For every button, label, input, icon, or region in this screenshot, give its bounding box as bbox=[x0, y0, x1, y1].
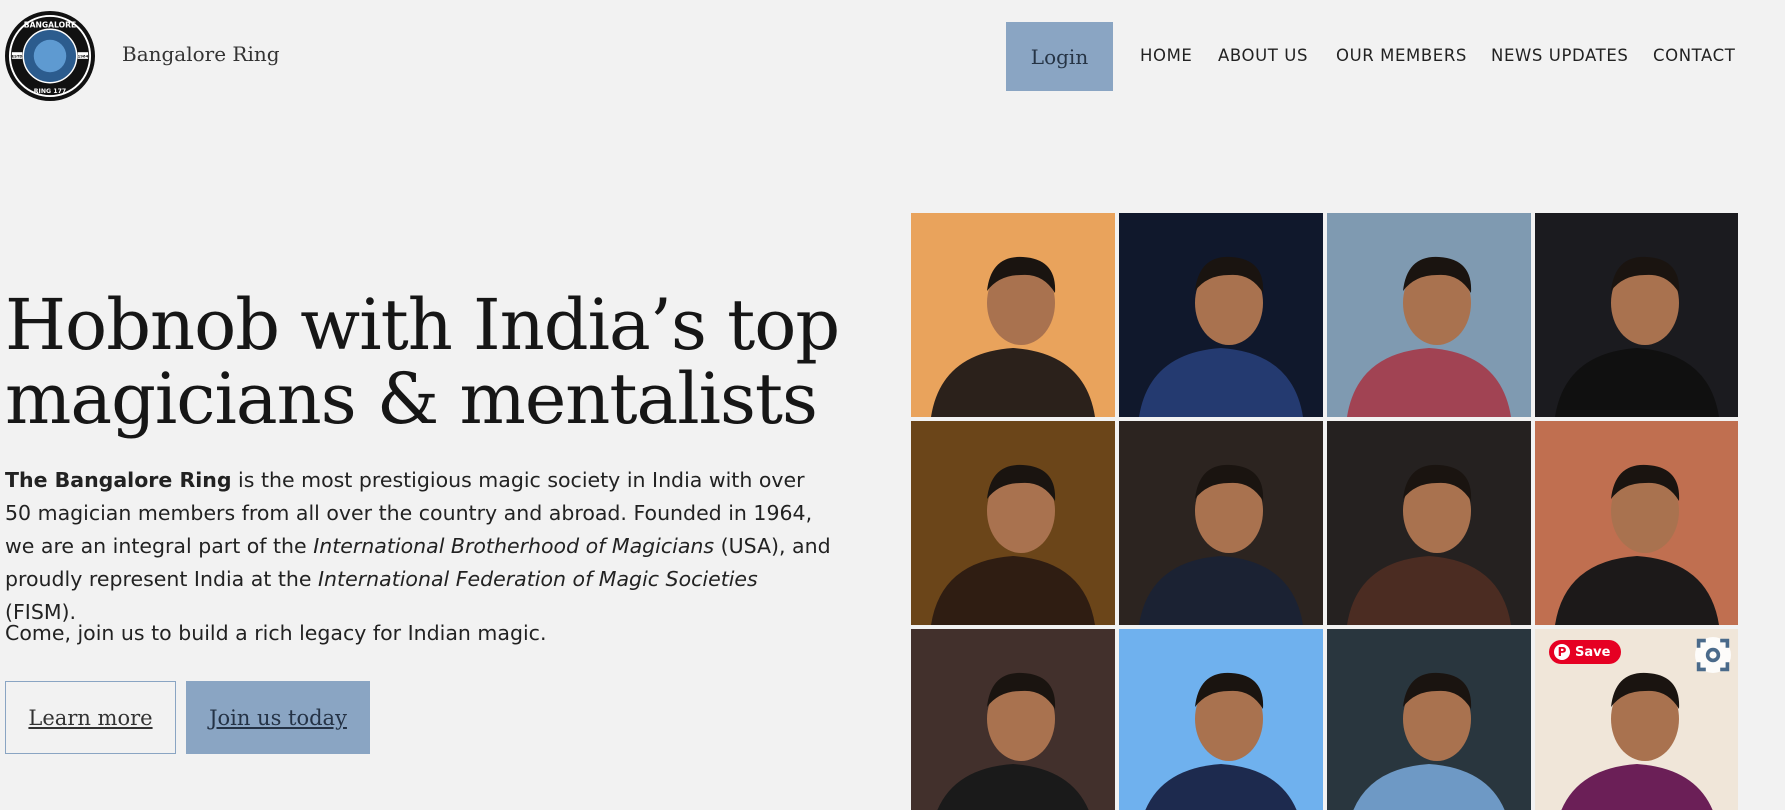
nav-news-updates[interactable]: NEWS UPDATES bbox=[1491, 46, 1628, 65]
member-photo[interactable] bbox=[1119, 421, 1323, 625]
intro-paragraph: The Bangalore Ring is the most prestigio… bbox=[5, 464, 835, 629]
hero-headline: Hobnob with India’s top magicians & ment… bbox=[5, 288, 865, 436]
member-portrait-image bbox=[1327, 421, 1531, 625]
nav-about-us[interactable]: ABOUT US bbox=[1218, 46, 1308, 65]
nav-our-members[interactable]: OUR MEMBERS bbox=[1336, 46, 1467, 65]
member-photo[interactable] bbox=[911, 421, 1115, 625]
headline-line-2: magicians & mentalists bbox=[5, 358, 818, 440]
logo-bottom-text: RING 177 bbox=[34, 88, 66, 95]
pinterest-save-button[interactable]: P Save bbox=[1549, 640, 1622, 664]
member-photo[interactable] bbox=[1535, 421, 1738, 625]
member-portrait-image bbox=[1327, 213, 1531, 417]
join-us-button[interactable]: Join us today bbox=[186, 681, 370, 754]
member-photo[interactable]: P Save bbox=[1535, 629, 1738, 810]
logo-right-text: 1964 bbox=[78, 53, 89, 58]
logo-top-text: BANGALORE bbox=[24, 20, 76, 29]
member-photo[interactable] bbox=[1327, 629, 1531, 810]
nav-home[interactable]: HOME bbox=[1140, 46, 1192, 65]
logo-left-text: ESTD bbox=[12, 53, 23, 58]
member-photo[interactable] bbox=[911, 213, 1115, 417]
member-portrait-image bbox=[1119, 213, 1323, 417]
member-portrait-image bbox=[1119, 629, 1323, 810]
member-portrait-image bbox=[1535, 213, 1738, 417]
fism-name: International Federation of Magic Societ… bbox=[318, 567, 758, 591]
member-portrait-image bbox=[911, 629, 1115, 810]
member-photo[interactable] bbox=[1327, 213, 1531, 417]
headline-line-1: Hobnob with India’s top bbox=[5, 284, 840, 366]
bangalore-ring-logo[interactable]: BANGALORE RING 177 ESTD 1964 bbox=[5, 11, 95, 101]
member-photo-grid: P Save bbox=[911, 213, 1738, 810]
nav-contact[interactable]: CONTACT bbox=[1653, 46, 1735, 65]
visual-search-icon[interactable] bbox=[1695, 637, 1731, 673]
member-portrait-image bbox=[1535, 421, 1738, 625]
logo-emblem: BANGALORE RING 177 ESTD 1964 bbox=[8, 14, 92, 98]
org-name: The Bangalore Ring bbox=[5, 468, 232, 492]
member-photo[interactable] bbox=[1119, 629, 1323, 810]
join-invitation: Come, join us to build a rich legacy for… bbox=[5, 621, 547, 645]
login-button[interactable]: Login bbox=[1006, 22, 1113, 91]
member-photo[interactable] bbox=[911, 629, 1115, 810]
member-portrait-image bbox=[911, 213, 1115, 417]
member-photo[interactable] bbox=[1119, 213, 1323, 417]
member-portrait-image bbox=[1119, 421, 1323, 625]
member-portrait-image bbox=[911, 421, 1115, 625]
learn-more-button[interactable]: Learn more bbox=[5, 681, 176, 754]
ibm-name: International Brotherhood of Magicians bbox=[313, 534, 715, 558]
pinterest-icon: P bbox=[1554, 644, 1570, 660]
member-portrait-image bbox=[1327, 629, 1531, 810]
member-photo[interactable] bbox=[1535, 213, 1738, 417]
pinterest-save-label: Save bbox=[1575, 644, 1611, 660]
member-photo[interactable] bbox=[1327, 421, 1531, 625]
site-title[interactable]: Bangalore Ring bbox=[122, 42, 280, 66]
